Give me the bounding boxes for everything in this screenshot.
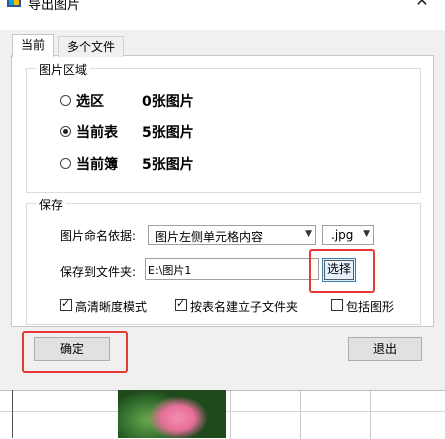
checkbox[interactable] — [60, 297, 72, 311]
naming-select-value: 图片左侧单元格内容 — [155, 230, 264, 244]
grid-line — [370, 391, 371, 439]
window-title: 导出图片 — [28, 0, 81, 13]
flower-image-thumbnail — [118, 390, 226, 438]
image-count: 5张图片 — [142, 157, 194, 173]
image-count: 5张图片 — [142, 125, 194, 141]
radio-label: 当前表 — [76, 125, 118, 141]
radio-button[interactable] — [60, 158, 71, 169]
tab-multiple-files[interactable]: 多个文件 — [58, 36, 124, 57]
folder-input[interactable]: E:\图片1 — [145, 258, 319, 280]
radio-button[interactable] — [60, 95, 71, 106]
radio-button[interactable] — [60, 126, 71, 137]
image-area-group-title: 图片区域 — [36, 61, 91, 78]
ok-button-highlight — [22, 331, 128, 373]
radio-label: 当前簿 — [76, 157, 118, 173]
radio-label: 选区 — [76, 94, 104, 110]
grid-line — [230, 391, 231, 439]
tab-current[interactable]: 当前 — [12, 34, 54, 57]
naming-label: 图片命名依据: — [60, 229, 137, 243]
checkbox[interactable] — [175, 297, 187, 311]
naming-select[interactable]: 图片左侧单元格内容 ▼ — [148, 225, 316, 245]
close-icon[interactable]: ✕ — [410, 0, 434, 12]
extension-select[interactable]: .jpg ▼ — [322, 225, 374, 245]
checkbox[interactable] — [331, 299, 343, 311]
folder-input-value: E:\图片1 — [148, 264, 192, 277]
chevron-down-icon[interactable]: ▼ — [363, 229, 370, 239]
checkbox-label: 包括图形 — [346, 300, 395, 314]
image-border — [12, 390, 13, 438]
image-count: 0张图片 — [142, 94, 194, 110]
folder-label: 保存到文件夹: — [60, 265, 137, 279]
grid-line — [300, 391, 301, 439]
chevron-down-icon[interactable]: ▼ — [305, 229, 312, 239]
exit-button[interactable]: 退出 — [348, 337, 422, 361]
app-icon — [7, 0, 21, 7]
title-bar: 导出图片 ✕ — [0, 0, 445, 30]
checkbox-label: 高清晰度模式 — [75, 300, 148, 314]
choose-button-highlight — [309, 249, 375, 293]
save-group-title: 保存 — [36, 196, 67, 213]
checkbox-label: 按表名建立子文件夹 — [190, 300, 299, 314]
extension-select-value: .jpg — [331, 228, 354, 242]
